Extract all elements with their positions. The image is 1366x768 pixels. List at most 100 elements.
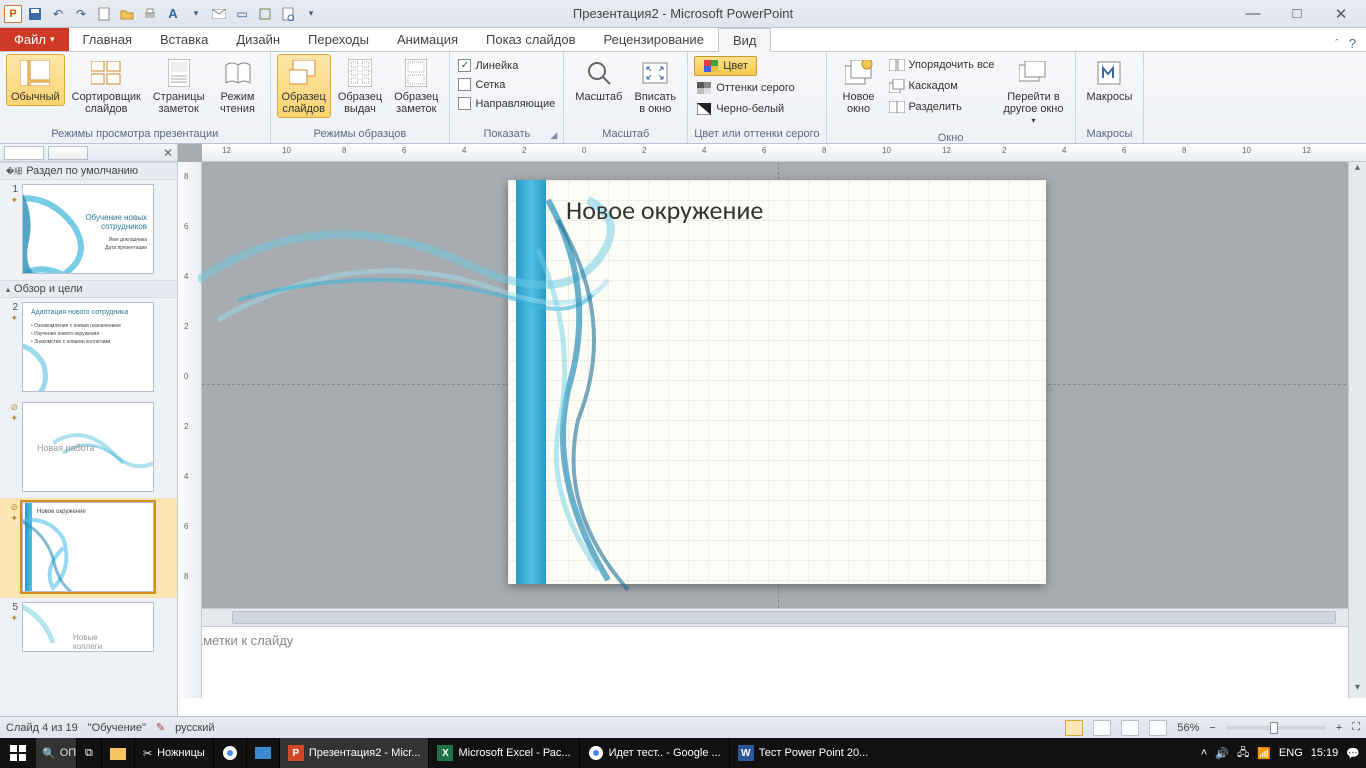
spellcheck-status-icon[interactable]: ✎ (156, 721, 165, 734)
ribbon: Обычный Сортировщик слайдов Страницы зам… (0, 52, 1366, 144)
slide-sorter-button[interactable]: Сортировщик слайдов (67, 54, 146, 118)
animation-icon: ✦ (10, 413, 18, 423)
tab-transitions[interactable]: Переходы (294, 27, 383, 51)
taskbar-mail-icon[interactable] (246, 738, 279, 768)
open-icon[interactable] (117, 4, 137, 24)
tray-language[interactable]: ENG (1279, 747, 1303, 759)
split-button[interactable]: Разделить (887, 98, 997, 116)
tab-insert[interactable]: Вставка (146, 27, 222, 51)
tab-home[interactable]: Главная (69, 27, 146, 51)
close-pane-button[interactable]: ✕ (159, 146, 177, 160)
help-icon[interactable]: ? (1349, 36, 1356, 51)
tab-file[interactable]: Файл ▾ (0, 27, 69, 51)
animation-icon: ✦ (10, 195, 18, 205)
close-button[interactable]: ✕ (1326, 5, 1356, 23)
slide-thumb-1[interactable]: 1✦ Обучение новых сотрудников Имя доклад… (0, 180, 177, 280)
tab-review[interactable]: Рецензирование (590, 27, 718, 51)
task-view-button[interactable]: ⧉ (76, 738, 101, 768)
tray-volume-icon[interactable]: 🔊 (1215, 747, 1229, 760)
notes-page-button[interactable]: Страницы заметок (148, 54, 210, 118)
email-icon[interactable] (209, 4, 229, 24)
notes-pane[interactable]: Заметки к слайду (178, 626, 1366, 716)
tray-network-icon[interactable]: 🖧 (1237, 744, 1249, 763)
tray-wifi-icon[interactable]: 📶 (1257, 747, 1271, 760)
start-button[interactable] (0, 738, 36, 768)
fit-to-window-button[interactable]: Вписать в окно (629, 54, 681, 118)
ribbon-minimize-icon[interactable]: ˆ (1335, 38, 1339, 50)
reading-view-button[interactable]: Режим чтения (212, 54, 264, 118)
redo-icon[interactable]: ↷ (71, 4, 91, 24)
slideshow-view-icon[interactable] (1149, 720, 1167, 736)
gridlines-checkbox[interactable]: Сетка (456, 77, 507, 92)
zoom-out-button[interactable]: − (1209, 722, 1215, 734)
slide-thumb-5[interactable]: 5✦ Новые коллеги (0, 598, 177, 658)
grayscale-button[interactable]: Оттенки серого (694, 79, 796, 97)
taskbar-chrome-icon[interactable] (213, 738, 246, 768)
black-white-button[interactable]: Черно-белый (694, 100, 786, 118)
tray-clock[interactable]: 15:19 (1311, 747, 1339, 759)
ruler-checkbox[interactable]: ✓Линейка (456, 58, 520, 73)
guides-checkbox[interactable]: Направляющие (456, 96, 557, 111)
print-preview-icon[interactable] (278, 4, 298, 24)
taskbar-snip[interactable]: ✂ Ножницы (134, 738, 213, 768)
zoom-slider[interactable] (1226, 726, 1326, 730)
slide-thumb-2[interactable]: 2✦ Адаптация нового сотрудника • Ознаком… (0, 298, 177, 398)
minimize-button[interactable]: — (1238, 5, 1268, 23)
handout-master-button[interactable]: Образец выдач (333, 54, 387, 118)
tab-view[interactable]: Вид (718, 28, 772, 52)
slide-title[interactable]: Новое окружение (566, 194, 763, 226)
slide-thumb-4[interactable]: ⊘✦ Новое окружение (0, 498, 177, 598)
new-icon[interactable] (94, 4, 114, 24)
section-header-review[interactable]: ▴Обзор и цели (0, 280, 177, 298)
slide-canvas[interactable]: Новое окружение (178, 162, 1366, 608)
horizontal-ruler[interactable]: 1210864202468101224681012 (202, 144, 1366, 162)
hidden-slide-icon: ⊘ (10, 502, 18, 512)
tab-slideshow[interactable]: Показ слайдов (472, 27, 590, 51)
slide-master-button[interactable]: Образец слайдов (277, 54, 331, 118)
notes-master-button[interactable]: Образец заметок (389, 54, 443, 118)
switch-windows-button[interactable]: Перейти в другое окно▾ (998, 54, 1068, 130)
tab-design[interactable]: Дизайн (222, 27, 294, 51)
taskbar-powerpoint[interactable]: PПрезентация2 - Micr... (279, 738, 429, 768)
arrange-all-button[interactable]: Упорядочить все (887, 56, 997, 74)
save-icon[interactable] (25, 4, 45, 24)
color-button[interactable]: Цвет (694, 56, 757, 76)
slide[interactable]: Новое окружение (508, 180, 1046, 584)
normal-view-button[interactable]: Обычный (6, 54, 65, 106)
cascade-button[interactable]: Каскадом (887, 77, 997, 95)
taskbar-word[interactable]: WТест Power Point 20... (729, 738, 877, 768)
normal-view-icon[interactable] (1065, 720, 1083, 736)
qat-extra2-icon[interactable] (255, 4, 275, 24)
slides-tab-icon[interactable] (48, 146, 88, 160)
macros-button[interactable]: Макросы (1082, 54, 1138, 106)
spellcheck-icon[interactable]: А (163, 4, 183, 24)
tray-notifications-icon[interactable]: 💬 (1346, 747, 1360, 760)
reading-view-icon[interactable] (1121, 720, 1139, 736)
outline-tab-icon[interactable] (4, 146, 44, 160)
taskbar-folder-icon[interactable] (101, 738, 134, 768)
tab-animation[interactable]: Анимация (383, 27, 472, 51)
print-quick-icon[interactable] (140, 4, 160, 24)
language-status[interactable]: русский (175, 722, 214, 734)
new-window-button[interactable]: Новое окно (833, 54, 885, 118)
dialog-launcher-icon[interactable]: ◢ (550, 130, 557, 141)
qat-dropdown-icon[interactable]: ▾ (301, 4, 321, 24)
taskbar-search[interactable]: 🔍 ОП (36, 738, 76, 768)
slide-thumb-3[interactable]: ⊘✦ Новая работа (0, 398, 177, 498)
qat-more-icon[interactable]: ▾ (186, 4, 206, 24)
horizontal-scrollbar[interactable] (202, 608, 1366, 626)
tray-up-icon[interactable]: ˄ (1201, 747, 1207, 759)
taskbar-excel[interactable]: XMicrosoft Excel - Рас... (428, 738, 578, 768)
group-show: ✓Линейка Сетка Направляющие Показать◢ (450, 52, 564, 143)
sorter-view-icon[interactable] (1093, 720, 1111, 736)
zoom-in-button[interactable]: + (1336, 722, 1342, 734)
undo-icon[interactable]: ↶ (48, 4, 68, 24)
fit-slide-icon[interactable]: ⛶ (1352, 721, 1360, 734)
vertical-scrollbar[interactable]: ▴▾ (1348, 162, 1366, 698)
taskbar-chrome-tab[interactable]: Идет тест.. - Google ... (579, 738, 729, 768)
maximize-button[interactable]: □ (1282, 5, 1312, 23)
zoom-level[interactable]: 56% (1177, 722, 1199, 734)
qat-extra1-icon[interactable]: ▭ (232, 4, 252, 24)
zoom-button[interactable]: Масштаб (570, 54, 627, 106)
section-header-default[interactable]: �細Раздел по умолчанию (0, 162, 177, 180)
